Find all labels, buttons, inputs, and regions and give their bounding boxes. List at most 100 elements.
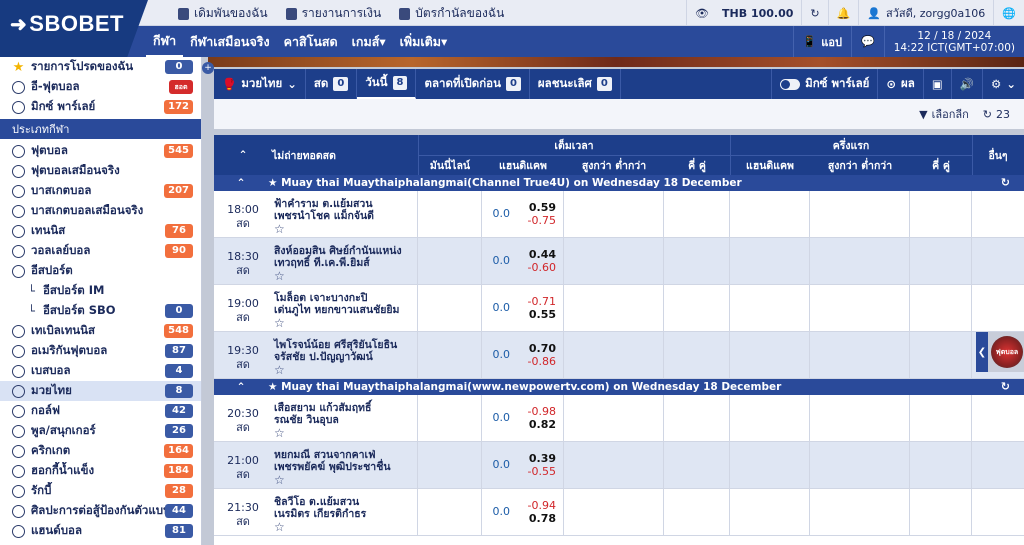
favorite-star-icon[interactable]: ☆ — [274, 426, 418, 440]
sound-button[interactable]: 🔊 — [952, 69, 984, 99]
odds-cell[interactable]: -0.98 0.82 — [510, 405, 556, 431]
live-stream-button[interactable]: ▣ — [924, 69, 952, 99]
favorite-star-icon[interactable]: ☆ — [274, 520, 418, 534]
balance-toggle[interactable]: 👁 THB 100.00 — [686, 0, 801, 26]
nav-live-casino[interactable]: คาสิโนสด — [277, 26, 345, 57]
statement-link[interactable]: รายงานการเงิน — [285, 4, 381, 23]
nav-virtual-sports[interactable]: กีฬาเสมือนจริง — [183, 26, 276, 57]
filter-outright[interactable]: ผลชนะเลิศ 0 — [530, 69, 621, 99]
sidebar-item[interactable]: คริกเกต 164 — [0, 441, 201, 461]
sidebar-item[interactable]: วอลเลย์บอล 90 — [0, 241, 201, 261]
match-teams[interactable]: สิงห์ออมสิน ศิษย์กำนันแหน่ง เทวฤทธิ์ ที.เ… — [272, 238, 418, 285]
sidebar-item[interactable]: กอล์ฟ 42 — [0, 401, 201, 421]
sidebar-item[interactable]: └ อีสปอร์ต SBO 0 — [0, 301, 201, 321]
target-icon: ⊙ — [886, 77, 897, 91]
my-bets-link[interactable]: เดิมพันของฉัน — [178, 4, 268, 23]
odds-cell[interactable]: 0.44 -0.60 — [510, 248, 556, 274]
match-teams[interactable]: หยกมณี สวนจากคาเฟ่ เพชรพยัคฆ์ พุฒิประชาชื… — [272, 442, 418, 489]
sidebar-item[interactable]: ★ รายการโปรดของฉัน 0 — [0, 57, 201, 77]
filter-live[interactable]: สด 0 — [306, 69, 358, 99]
odds-cell[interactable]: -0.71 0.55 — [510, 295, 556, 321]
sidebar-item[interactable]: อเมริกันฟุตบอล 87 — [0, 341, 201, 361]
match-teams[interactable]: ไพโรจน์น้อย ศรีสุริยันโยธิน จรัสชัย ป.ปัญ… — [272, 332, 418, 379]
sidebar-item[interactable]: ศิลปะการต่อสู้ป้องกันตัวแบบผสม44 — [0, 501, 201, 521]
favorite-star-icon[interactable]: ☆ — [274, 269, 418, 283]
home-odds[interactable]: -0.71 — [510, 295, 556, 308]
favorite-star-icon[interactable]: ☆ — [274, 222, 418, 236]
select-league-button[interactable]: ▼ เลือกลีก — [919, 105, 969, 123]
match-teams[interactable]: ฟ้าคำราม ต.แย้มสวน เพชรนำโชค แม็กจันดี ☆ — [272, 191, 418, 238]
home-odds[interactable]: 0.44 — [510, 248, 556, 261]
sidebar-item[interactable]: บาสเกตบอล 207 — [0, 181, 201, 201]
sport-select[interactable]: 🥊 มวยไทย ⌄ — [214, 69, 306, 99]
home-odds[interactable]: -0.94 — [510, 499, 556, 512]
refresh-icon[interactable]: ↻ — [1001, 380, 1010, 393]
sidebar-item[interactable]: เทนนิส 76 — [0, 221, 201, 241]
sidebar-collapse-button[interactable]: + — [202, 62, 214, 74]
sidebar-item[interactable]: อี-ฟุตบอล ฮอต — [0, 77, 201, 97]
away-odds[interactable]: 0.82 — [510, 418, 556, 431]
sidebar-item[interactable]: ฟุตบอลเสมือนจริง — [0, 161, 201, 181]
sidebar-item[interactable]: ฮอกกี้น้ำแข็ง 184 — [0, 461, 201, 481]
settings-button[interactable]: ⚙ ⌄ — [983, 69, 1024, 99]
results-button[interactable]: ⊙ ผล — [878, 69, 924, 99]
filter-today[interactable]: วันนี้ 8 — [357, 69, 417, 99]
odds-cell[interactable]: -0.94 0.78 — [510, 499, 556, 525]
match-teams[interactable]: เสือสยาม แก้วสัมฤทธิ์ รณชัย วินอุบล ☆ — [272, 395, 418, 442]
nav-games[interactable]: เกมส์▾ — [345, 26, 393, 57]
away-odds[interactable]: -0.86 — [510, 355, 556, 368]
sidebar-item[interactable]: แฮนด์บอล 81 — [0, 521, 201, 541]
away-odds[interactable]: -0.55 — [510, 465, 556, 478]
odds-cell[interactable]: 0.70 -0.86 — [510, 342, 556, 368]
favorite-star-icon[interactable]: ☆ — [274, 363, 418, 377]
home-odds[interactable]: 0.59 — [510, 201, 556, 214]
home-odds[interactable]: 0.70 — [510, 342, 556, 355]
away-odds[interactable]: 0.78 — [510, 512, 556, 525]
sidebar-item[interactable]: พูล/สนุกเกอร์ 26 — [0, 421, 201, 441]
notifications-button[interactable]: 🔔 — [827, 0, 859, 26]
kickoff-time: 19:30 — [227, 344, 259, 357]
refresh-odds-button[interactable]: ↻ 23 — [983, 108, 1010, 121]
sidebar-item[interactable]: บาสเกตบอลเสมือนจริง — [0, 201, 201, 221]
app-button[interactable]: 📱 แอป — [792, 26, 851, 57]
away-odds[interactable]: 0.55 — [510, 308, 556, 321]
vouchers-link[interactable]: บัตรกำนัลของฉัน — [399, 4, 504, 23]
mix-parlay-toggle[interactable]: มิกซ์ พาร์เลย์ — [771, 69, 879, 99]
sidebar-item[interactable]: └ อีสปอร์ต IM — [0, 281, 201, 301]
odds-cell[interactable]: 0.39 -0.55 — [510, 452, 556, 478]
favorite-star-icon[interactable]: ☆ — [274, 316, 418, 330]
away-odds[interactable]: -0.60 — [510, 261, 556, 274]
nav-more[interactable]: เพิ่มเติม▾ — [393, 26, 455, 57]
sidebar-item[interactable]: รักบี้ 28 — [0, 481, 201, 501]
language-button[interactable]: 🌐 — [993, 0, 1024, 26]
filter-early[interactable]: ตลาดที่เปิดก่อน 0 — [416, 69, 530, 99]
refresh-icon[interactable]: ↻ — [1001, 176, 1010, 189]
away-team: รณชัย วินอุบล — [274, 414, 339, 426]
floating-promo[interactable]: ❮ ฟุตบอล — [976, 332, 1024, 372]
sidebar-item[interactable]: อีสปอร์ต — [0, 261, 201, 281]
match-teams[interactable]: โมล็อต เจาะบางกะปิ เด่นภูไท หยกขาวแสนชัยย… — [272, 285, 418, 332]
sidebar-item[interactable]: มวยไทย 8 — [0, 381, 201, 401]
favorite-star-icon[interactable]: ☆ — [274, 473, 418, 487]
brand-logo[interactable]: ➜SBOBET — [0, 0, 148, 57]
sidebar-item[interactable]: ฟุตบอล 545 — [0, 141, 201, 161]
league-header[interactable]: ⌃ ★ Muay thai Muaythaiphalangmai(Channel … — [214, 175, 1024, 191]
user-menu[interactable]: 👤 สวัสดี, zorgg0a106 — [858, 0, 993, 26]
sidebar-item[interactable]: มิกซ์ พาร์เลย์ 172 — [0, 97, 201, 117]
away-odds[interactable]: -0.75 — [510, 214, 556, 227]
match-time: 18:00 สด — [214, 191, 272, 238]
sidebar-item[interactable]: เบสบอล 4 — [0, 361, 201, 381]
home-odds[interactable]: 0.39 — [510, 452, 556, 465]
home-team: โมล็อต เจาะบางกะปิ — [274, 292, 368, 304]
home-odds[interactable]: -0.98 — [510, 405, 556, 418]
match-teams[interactable]: ชิลวีโอ ต.แย้มสวน เนรมิตร เกียรติกำธร ☆ — [272, 489, 418, 536]
league-header[interactable]: ⌃ ★ Muay thai Muaythaiphalangmai(www.newp… — [214, 379, 1024, 395]
count-badge: 28 — [165, 484, 193, 498]
sort-toggle[interactable]: ⌃ — [214, 135, 272, 175]
odds-cell[interactable]: 0.59 -0.75 — [510, 201, 556, 227]
sidebar-item[interactable]: เทเบิลเทนนิส 548 — [0, 321, 201, 341]
chat-button[interactable]: 💬 — [850, 26, 884, 57]
virtual-basketball-icon — [12, 204, 25, 218]
refresh-balance-button[interactable]: ↻ — [801, 0, 827, 26]
nav-sports[interactable]: กีฬา — [146, 26, 184, 57]
